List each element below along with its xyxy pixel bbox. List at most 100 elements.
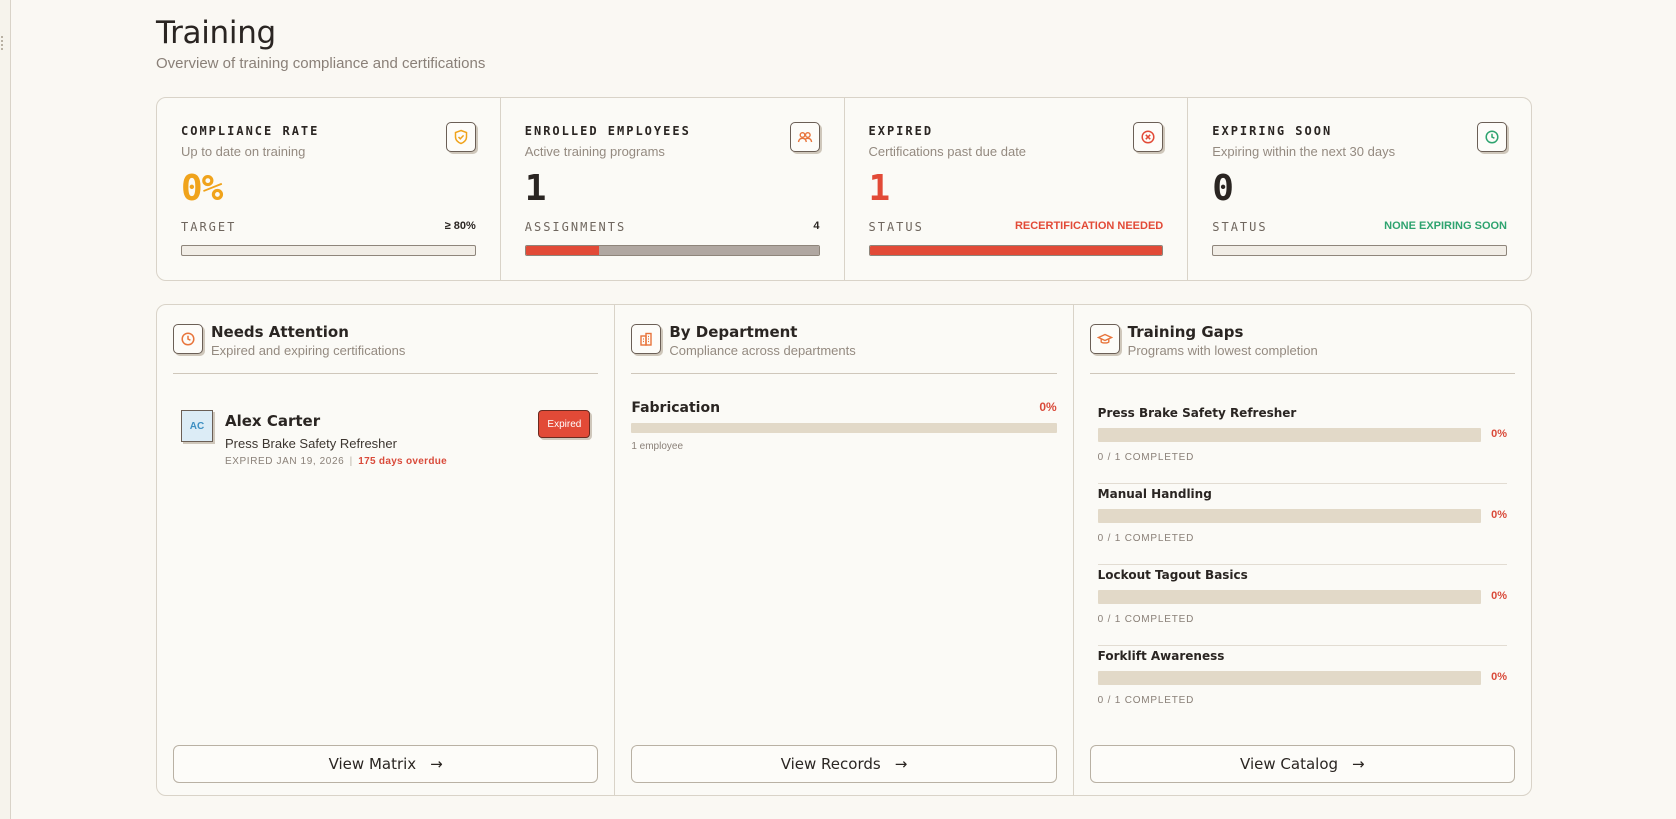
view-catalog-button[interactable]: View Catalog → bbox=[1089, 745, 1515, 783]
completion-count: 0 / 1 COMPLETED bbox=[1097, 452, 1195, 463]
completion-count: 0 / 1 COMPLETED bbox=[1097, 695, 1195, 706]
stat-subvalue: 4 bbox=[813, 220, 820, 232]
expiry-meta: EXPIRED JAN 19, 2026 | 175 days overdue bbox=[225, 456, 447, 467]
stat-description: Active training programs bbox=[524, 144, 665, 159]
panel-title: Training Gaps bbox=[1127, 323, 1244, 341]
stat-subvalue: RECERTIFICATION NEEDED bbox=[1014, 220, 1164, 232]
program-name: Manual Handling bbox=[1097, 487, 1212, 501]
completion-count: 0 / 1 COMPLETED bbox=[1097, 533, 1195, 544]
arrow-right-icon: → bbox=[430, 755, 443, 773]
clock-icon bbox=[1477, 122, 1507, 152]
program-name: Forklift Awareness bbox=[1097, 649, 1225, 663]
training-gaps-panel: Training Gaps Programs with lowest compl… bbox=[1074, 305, 1531, 795]
stat-subvalue: ≥ 80% bbox=[444, 220, 476, 232]
stat-expired: EXPIRED Certifications past due date 1 S… bbox=[845, 98, 1189, 280]
x-circle-icon bbox=[1133, 122, 1164, 152]
needs-attention-panel: Needs Attention Expired and expiring cer… bbox=[157, 305, 616, 795]
building-icon bbox=[631, 324, 662, 354]
employee-name: Alex Carter bbox=[225, 412, 321, 430]
stat-progress-bar bbox=[1212, 245, 1507, 256]
stats-card: COMPLIANCE RATE Up to date on training 0… bbox=[156, 97, 1532, 281]
training-gaps-list: Press Brake Safety Refresher 0% 0 / 1 CO… bbox=[1097, 403, 1507, 726]
completion-percent: 0% bbox=[1491, 590, 1507, 602]
list-item[interactable]: Lockout Tagout Basics 0% 0 / 1 COMPLETED bbox=[1097, 565, 1507, 646]
avatar: AC bbox=[181, 410, 213, 442]
stat-label: COMPLIANCE RATE bbox=[181, 124, 320, 138]
stat-label: ENROLLED EMPLOYEES bbox=[524, 124, 691, 138]
panel-title: Needs Attention bbox=[211, 323, 349, 341]
progress-segment bbox=[525, 246, 599, 255]
completion-bar bbox=[1097, 590, 1481, 604]
users-icon bbox=[789, 122, 820, 152]
stat-label: EXPIRING SOON bbox=[1212, 124, 1333, 138]
department-progress-bar bbox=[631, 423, 1057, 433]
completion-bar bbox=[1097, 428, 1481, 442]
stat-value: 0 bbox=[1212, 168, 1234, 209]
completion-percent: 0% bbox=[1491, 671, 1507, 683]
progress-segment bbox=[598, 246, 819, 255]
panels-card: Needs Attention Expired and expiring cer… bbox=[156, 304, 1532, 796]
panel-description: Compliance across departments bbox=[669, 343, 856, 358]
graduation-cap-icon bbox=[1089, 324, 1120, 354]
divider bbox=[1089, 373, 1515, 374]
stat-description: Up to date on training bbox=[181, 144, 306, 159]
stat-value: 1 bbox=[524, 168, 547, 209]
program-name: Press Brake Safety Refresher bbox=[225, 436, 397, 451]
stat-expiring-soon: EXPIRING SOON Expiring within the next 3… bbox=[1188, 98, 1531, 280]
separator: | bbox=[349, 456, 353, 467]
completion-percent: 0% bbox=[1491, 428, 1507, 440]
by-department-panel: By Department Compliance across departme… bbox=[615, 305, 1074, 795]
button-label: View Catalog bbox=[1240, 755, 1339, 773]
completion-percent: 0% bbox=[1491, 509, 1507, 521]
divider bbox=[631, 373, 1057, 374]
clock-icon bbox=[173, 324, 203, 354]
program-name: Lockout Tagout Basics bbox=[1097, 568, 1248, 582]
department-count: 1 employee bbox=[631, 441, 684, 452]
panel-description: Programs with lowest completion bbox=[1127, 343, 1318, 358]
button-label: View Records bbox=[780, 755, 881, 773]
completion-count: 0 / 1 COMPLETED bbox=[1097, 614, 1195, 625]
expired-date: EXPIRED JAN 19, 2026 bbox=[225, 456, 345, 467]
department-name: Fabrication bbox=[631, 400, 721, 416]
view-records-button[interactable]: View Records → bbox=[631, 745, 1057, 783]
list-item[interactable]: Press Brake Safety Refresher 0% 0 / 1 CO… bbox=[1097, 403, 1507, 484]
left-rail bbox=[0, 0, 11, 819]
list-item[interactable]: Forklift Awareness 0% 0 / 1 COMPLETED bbox=[1097, 646, 1507, 726]
stat-compliance-rate: COMPLIANCE RATE Up to date on training 0… bbox=[157, 98, 501, 280]
button-label: View Matrix bbox=[328, 755, 417, 773]
progress-segment bbox=[869, 246, 1163, 255]
list-item[interactable]: Manual Handling 0% 0 / 1 COMPLETED bbox=[1097, 484, 1507, 565]
stat-progress-bar bbox=[524, 245, 820, 256]
attention-item[interactable]: AC Alex Carter Press Brake Safety Refres… bbox=[181, 410, 591, 480]
status-badge: Expired bbox=[538, 410, 591, 438]
stat-description: Expiring within the next 30 days bbox=[1212, 144, 1396, 159]
stat-description: Certifications past due date bbox=[868, 144, 1027, 159]
arrow-right-icon: → bbox=[894, 755, 908, 773]
divider bbox=[173, 373, 599, 374]
completion-bar bbox=[1097, 671, 1481, 685]
page-subtitle: Overview of training compliance and cert… bbox=[156, 55, 486, 72]
shield-check-icon bbox=[445, 122, 476, 152]
panel-title: By Department bbox=[669, 323, 798, 341]
arrow-right-icon: → bbox=[1352, 755, 1365, 773]
stat-progress-bar bbox=[181, 245, 476, 256]
department-percent: 0% bbox=[1039, 400, 1057, 414]
rail-handle-icon[interactable] bbox=[1, 36, 9, 50]
completion-bar bbox=[1097, 509, 1481, 523]
stat-enrolled-employees: ENROLLED EMPLOYEES Active training progr… bbox=[501, 98, 845, 280]
overdue-text: 175 days overdue bbox=[358, 456, 448, 467]
panel-description: Expired and expiring certifications bbox=[211, 343, 406, 358]
program-name: Press Brake Safety Refresher bbox=[1097, 406, 1297, 420]
stat-progress-bar bbox=[868, 245, 1164, 256]
stat-sublabel: TARGET bbox=[181, 220, 237, 234]
page-title: Training bbox=[156, 15, 276, 51]
stat-value: 1 bbox=[868, 168, 891, 209]
stat-sublabel: ASSIGNMENTS bbox=[524, 220, 627, 234]
stat-sublabel: STATUS bbox=[1212, 220, 1268, 234]
stat-subvalue: NONE EXPIRING SOON bbox=[1384, 220, 1507, 232]
stat-sublabel: STATUS bbox=[868, 220, 924, 234]
stat-label: EXPIRED bbox=[868, 124, 934, 138]
stat-value: 0% bbox=[181, 168, 223, 209]
department-item: Fabrication 0% 1 employee bbox=[631, 400, 1057, 452]
view-matrix-button[interactable]: View Matrix → bbox=[173, 745, 599, 783]
